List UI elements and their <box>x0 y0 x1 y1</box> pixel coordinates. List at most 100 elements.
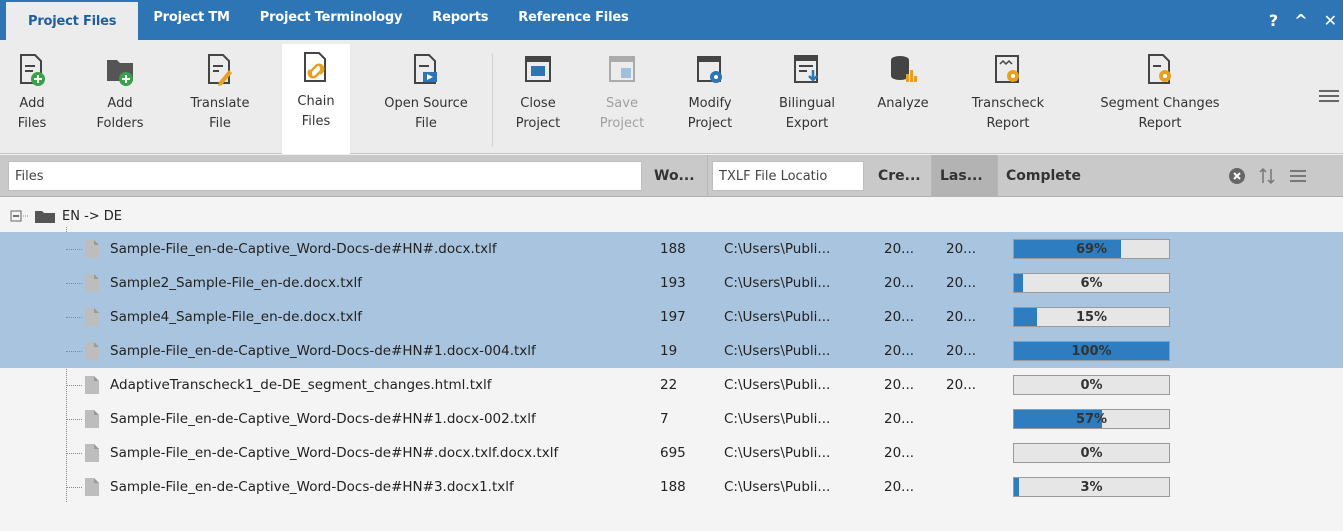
close-project-button[interactable]: Close Project <box>508 46 568 150</box>
last-modified-date: 20... <box>946 309 977 325</box>
file-icon <box>85 444 99 462</box>
file-row[interactable]: Sample2_Sample-File_en-de.docx.txlf 193 C:… <box>0 266 1343 300</box>
file-row[interactable]: Sample-File_en-de-Captive_Word-Docs-de#H… <box>0 436 1343 470</box>
language-pair-group[interactable]: EN -> DE <box>10 203 122 229</box>
language-pair-label: EN -> DE <box>62 208 123 224</box>
translate-file-button[interactable]: Translate File <box>188 46 252 150</box>
modify-project-button[interactable]: Modify Project <box>680 46 740 150</box>
word-count: 695 <box>660 445 686 461</box>
file-name: Sample-File_en-de-Captive_Word-Docs-de#H… <box>110 479 514 495</box>
progress-label: 6% <box>1080 275 1103 291</box>
progress-label: 69% <box>1075 241 1108 257</box>
modify-project-label-2: Project <box>687 116 733 131</box>
complete-column-header[interactable]: Complete <box>998 155 1178 197</box>
file-row[interactable]: Sample-File_en-de-Captive_Word-Docs-de#H… <box>0 470 1343 504</box>
file-name: Sample4_Sample-File_en-de.docx.txlf <box>110 309 363 325</box>
created-column-header[interactable]: Cre... <box>870 155 932 197</box>
word-count: 19 <box>660 343 678 359</box>
ribbon-menu-icon[interactable] <box>1319 90 1339 104</box>
segment-changes-report-icon <box>1148 54 1171 84</box>
close-project-label-1: Close <box>520 96 556 111</box>
progress-bar: 0% <box>1013 375 1170 395</box>
transcheck-report-button[interactable]: Transcheck Report <box>964 46 1052 150</box>
file-row[interactable]: Sample-File_en-de-Captive_Word-Docs-de#H… <box>0 334 1343 368</box>
file-location: C:\Users\Publi... <box>724 479 831 495</box>
file-icon <box>85 376 99 394</box>
file-name: AdaptiveTranscheck1_de-DE_segment_change… <box>110 377 492 393</box>
file-location: C:\Users\Publi... <box>724 309 831 325</box>
location-filter-input[interactable]: TXLF File Locatio <box>712 161 864 191</box>
transcheck-report-label-2: Report <box>986 116 1030 131</box>
file-icon <box>85 240 99 258</box>
chain-files-label-2: Files <box>301 114 331 129</box>
clear-filter-icon[interactable] <box>1228 167 1246 185</box>
save-project-button[interactable]: Save Project <box>592 46 652 150</box>
file-row[interactable]: Sample-File_en-de-Captive_Word-Docs-de#H… <box>0 232 1343 266</box>
help-button[interactable]: ? <box>1269 11 1278 30</box>
file-location: C:\Users\Publi... <box>724 445 831 461</box>
add-folders-button[interactable]: Add Folders <box>88 46 152 150</box>
save-project-label-2: Project <box>599 116 645 131</box>
tab-project-tm[interactable]: Project TM <box>138 0 244 34</box>
bilingual-export-button[interactable]: Bilingual Export <box>772 46 842 150</box>
progress-bar: 3% <box>1013 477 1170 497</box>
tab-project-files[interactable]: Project Files <box>6 2 139 40</box>
created-date: 20... <box>884 241 915 257</box>
last-modified-date: 20... <box>946 241 977 257</box>
file-name-cell: Sample-File_en-de-Captive_Word-Docs-de#H… <box>84 402 536 436</box>
tree-branch <box>66 351 82 352</box>
file-name-cell: Sample-File_en-de-Captive_Word-Docs-de#H… <box>84 232 497 266</box>
tab-project-terminology[interactable]: Project Terminology <box>245 0 418 34</box>
files-filter-input[interactable]: Files <box>8 161 642 191</box>
transcheck-report-icon <box>995 55 1019 83</box>
add-files-button[interactable]: Add Files <box>10 46 54 150</box>
chain-files-button[interactable]: Chain Files <box>282 44 350 154</box>
created-date: 20... <box>884 411 915 427</box>
open-source-file-button[interactable]: Open Source File <box>370 46 482 150</box>
file-row[interactable]: Sample4_Sample-File_en-de.docx.txlf 197 C:… <box>0 300 1343 334</box>
last-modified-column-header[interactable]: Las... <box>932 155 998 197</box>
file-row[interactable]: AdaptiveTranscheck1_de-DE_segment_change… <box>0 368 1343 402</box>
close-button[interactable]: ✕ <box>1324 11 1337 30</box>
sort-icon[interactable] <box>1258 167 1276 185</box>
open-source-file-icon <box>414 54 437 84</box>
add-file-icon <box>20 54 45 86</box>
tree-branch <box>66 317 82 318</box>
file-name: Sample-File_en-de-Captive_Word-Docs-de#H… <box>110 343 536 359</box>
created-date: 20... <box>884 377 915 393</box>
segment-changes-report-label-1: Segment Changes <box>1100 96 1220 111</box>
file-location: C:\Users\Publi... <box>724 343 831 359</box>
collapse-ribbon-button[interactable]: ^ <box>1294 11 1307 30</box>
close-project-label-2: Project <box>515 116 561 131</box>
segment-changes-report-button[interactable]: Segment Changes Report <box>1090 46 1230 150</box>
word-count: 188 <box>660 479 686 495</box>
window-controls: ? ^ ✕ <box>1269 0 1337 40</box>
add-folders-label-2: Folders <box>96 116 144 131</box>
bilingual-export-icon <box>794 55 818 83</box>
translate-file-icon <box>208 54 232 86</box>
file-name: Sample-File_en-de-Captive_Word-Docs-de#H… <box>110 241 497 257</box>
translate-file-label-1: Translate <box>190 96 250 111</box>
collapse-tree-icon[interactable] <box>10 209 30 223</box>
last-modified-date: 20... <box>946 377 977 393</box>
tab-reference-files[interactable]: Reference Files <box>503 0 643 34</box>
save-project-icon <box>609 56 635 82</box>
modify-project-icon <box>697 56 722 83</box>
file-location: C:\Users\Publi... <box>724 275 831 291</box>
chain-files-icon <box>304 52 326 82</box>
tab-reports[interactable]: Reports <box>417 0 503 34</box>
column-menu-icon[interactable] <box>1288 167 1308 185</box>
file-icon <box>85 478 99 496</box>
words-column-header[interactable]: Wo... <box>646 155 708 197</box>
analyze-label: Analyze <box>877 96 929 111</box>
file-icon <box>85 308 99 326</box>
progress-bar: 0% <box>1013 443 1170 463</box>
open-source-file-label-2: File <box>415 116 437 131</box>
word-count: 7 <box>660 411 669 427</box>
created-date: 20... <box>884 343 915 359</box>
ribbon-toolbar: Add Files Add Folders Translate File Cha… <box>0 40 1343 154</box>
add-folder-icon <box>107 60 133 86</box>
analyze-button[interactable]: Analyze <box>868 46 938 150</box>
modify-project-label-1: Modify <box>688 96 732 111</box>
file-row[interactable]: Sample-File_en-de-Captive_Word-Docs-de#H… <box>0 402 1343 436</box>
